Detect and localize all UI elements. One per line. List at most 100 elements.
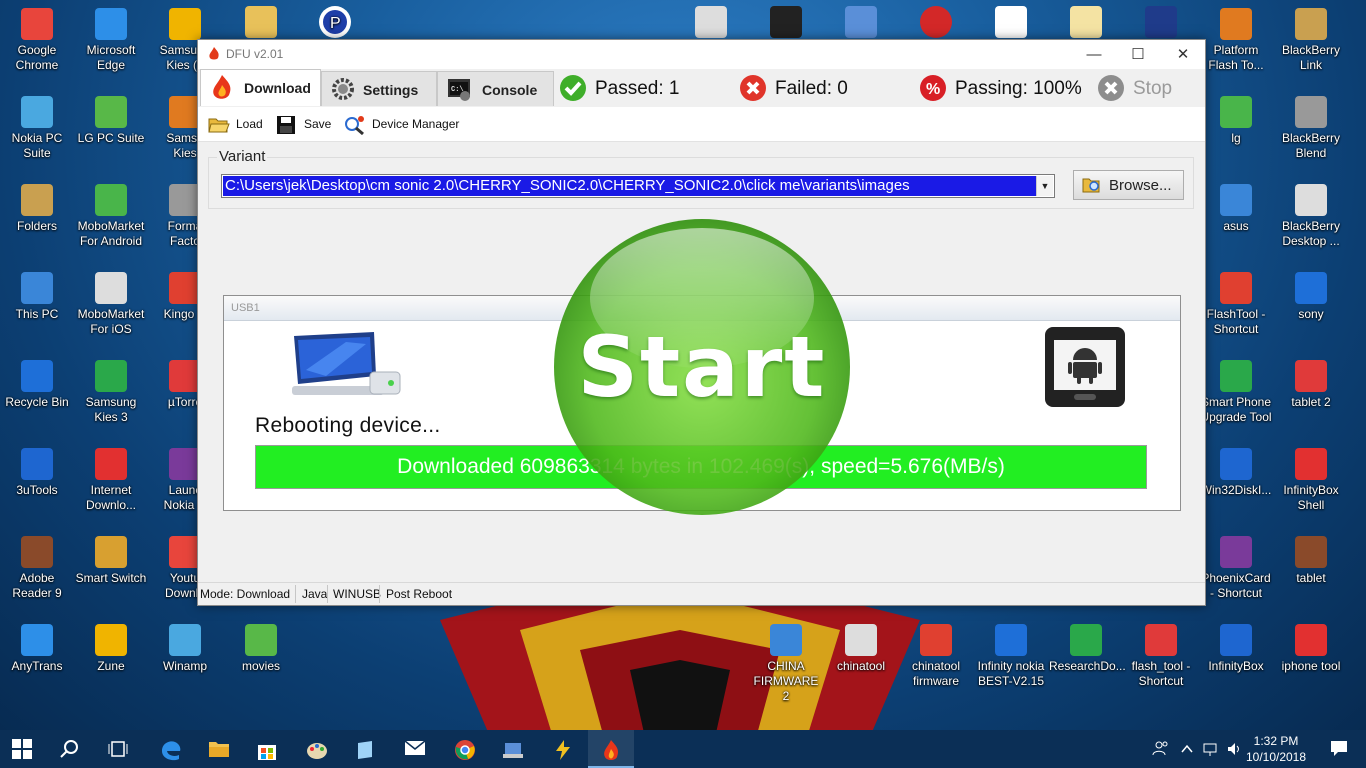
show-hidden-icons[interactable] (1174, 730, 1200, 768)
desktop-icon-desktop_icons_right-13[interactable]: tablet (1274, 536, 1348, 586)
desktop-icon-desktop_icons_bottom-3[interactable]: Infinity nokia BEST-V2.15 (974, 624, 1048, 689)
desktop-icon-misc-3[interactable] (824, 6, 898, 41)
taskbar-dfu[interactable] (588, 730, 634, 768)
desktop-icon-desktop_icons_bottom-5[interactable]: flash_tool - Shortcut (1124, 624, 1198, 689)
app-shortcut-icon (1295, 96, 1327, 128)
minimize-button[interactable]: — (1071, 40, 1117, 69)
desktop-icon-desktop_icons_bottom-1[interactable]: chinatool (824, 624, 898, 674)
taskbar-edge[interactable] (148, 730, 194, 768)
desktop-icon-misc-4[interactable] (899, 6, 973, 41)
desktop-icon-desktop_icons_right-7[interactable]: sony (1274, 272, 1348, 322)
desktop-icon-desktop_icons_left-18[interactable]: Adobe Reader 9 (0, 536, 74, 601)
desktop-icon-misc-1[interactable] (674, 6, 748, 41)
title-bar[interactable]: DFU v2.01 — ☐ ✕ (198, 40, 1205, 69)
tab-download[interactable]: Download (200, 69, 321, 106)
desktop-icon-desktop_icons_right-4[interactable]: asus (1199, 184, 1273, 234)
desktop-icon-label: Blend (1295, 146, 1327, 160)
maximize-button[interactable]: ☐ (1115, 40, 1161, 69)
browse-button[interactable]: Browse... (1073, 170, 1184, 200)
taskbar-device[interactable] (490, 730, 536, 768)
chevron-down-icon[interactable]: ▼ (1036, 176, 1053, 196)
desktop-icon-label: Adobe (19, 571, 55, 585)
toolbar: Load Save Device Manager (198, 107, 1205, 142)
desktop-icon-label: Folders (16, 219, 57, 233)
desktop-icon-misc-6[interactable] (1049, 6, 1123, 41)
device-manager-label: Device Manager (372, 117, 460, 131)
desktop-icon-desktop_icons_right-5[interactable]: BlackBerry Desktop ... (1274, 184, 1348, 249)
desktop-icon-desktop_icons_right-10[interactable]: Win32DiskI... (1199, 448, 1273, 498)
tab-console[interactable]: C:\ Console (437, 71, 554, 106)
taskbar-app[interactable] (342, 730, 388, 768)
desktop-icon-desktop_icons_right-0[interactable]: Platform Flash To... (1199, 8, 1273, 73)
app-shortcut-icon (245, 624, 277, 656)
desktop-icon-desktop_icons_right-8[interactable]: Smart Phone Upgrade Tool (1199, 360, 1273, 425)
desktop-icon-misc-5[interactable] (974, 6, 1048, 41)
folder-icon (245, 6, 277, 38)
desktop-icon-desktop_icons_left-1[interactable]: Microsoft Edge (74, 8, 148, 73)
desktop-icon-desktop_icons_left-6[interactable]: Folders (0, 184, 74, 234)
desktop-icon-misc-2[interactable] (749, 6, 823, 41)
console-icon: C:\ (448, 79, 470, 101)
desktop-icon-desktop_icons_left-3[interactable]: Nokia PC Suite (0, 96, 74, 161)
android-device-icon (1045, 327, 1125, 407)
app-shortcut-icon (1295, 360, 1327, 392)
variant-dropdown[interactable]: C:\Users\jek\Desktop\cm sonic 2.0\CHERRY… (221, 174, 1055, 198)
taskbar-store[interactable] (244, 730, 290, 768)
taskbar-flash[interactable] (540, 730, 586, 768)
desktop-icon-desktop_icons_left-13[interactable]: Samsung Kies 3 (74, 360, 148, 425)
search-taskbar-button[interactable] (48, 730, 94, 768)
status-separator (295, 585, 296, 603)
desktop-icon-desktop_icons_left-9[interactable]: This PC (0, 272, 74, 322)
system-clock[interactable]: 1:32 PM 10/10/2018 (1245, 733, 1307, 765)
desktop-icon-folder-top[interactable] (224, 6, 298, 41)
desktop-icon-desktop_icons_bottom-7[interactable]: iphone tool (1274, 624, 1348, 674)
action-center-button[interactable] (1318, 730, 1364, 768)
desktop-icon-desktop_icons_left-12[interactable]: Recycle Bin (0, 360, 74, 410)
desktop-icon-desktop_icons_right-2[interactable]: lg (1199, 96, 1273, 146)
tab-settings[interactable]: Settings (321, 71, 437, 106)
app-shortcut-icon (169, 8, 201, 40)
desktop-icon-desktop_icons_left-0[interactable]: Google Chrome (0, 8, 74, 73)
desktop-icon-desktop_icons_left-22[interactable]: Zune (74, 624, 148, 674)
network-tray[interactable] (1198, 730, 1224, 768)
network-icon (1203, 743, 1217, 756)
desktop-icon-desktop_icons_left-16[interactable]: Internet Downlo... (74, 448, 148, 513)
desktop-icon-desktop_icons_bottom-2[interactable]: chinatool firmware (899, 624, 973, 689)
desktop-icon-desktop_icons_left-24[interactable]: movies (224, 624, 298, 674)
task-view-button[interactable] (96, 730, 142, 768)
taskbar-explorer[interactable] (196, 730, 242, 768)
desktop-icon-desktop_icons_right-6[interactable]: FlashTool - Shortcut (1199, 272, 1273, 337)
desktop-icon-label: MoboMarket (77, 219, 145, 233)
taskbar-mail[interactable] (392, 730, 438, 768)
desktop-icon-desktop_icons_left-4[interactable]: LG PC Suite (74, 96, 148, 146)
app-shortcut-icon (1220, 448, 1252, 480)
desktop-icon-desktop_icons_left-21[interactable]: AnyTrans (0, 624, 74, 674)
desktop-icon-desktop_icons_right-9[interactable]: tablet 2 (1274, 360, 1348, 410)
desktop-icon-label: sony (1298, 307, 1324, 321)
taskbar-paint[interactable] (294, 730, 340, 768)
app-shortcut-icon (1295, 272, 1327, 304)
desktop-icon-desktop_icons_left-7[interactable]: MoboMarket For Android (74, 184, 148, 249)
desktop-icon-desktop_icons_bottom-0[interactable]: CHINA FIRMWARE 2 (749, 624, 823, 704)
desktop-icon-app-top[interactable]: P (298, 6, 372, 41)
app-shortcut-icon (95, 184, 127, 216)
desktop-icon-desktop_icons_right-11[interactable]: InfinityBox Shell (1274, 448, 1348, 513)
desktop-icon-desktop_icons_left-19[interactable]: Smart Switch (74, 536, 148, 586)
desktop-icon-desktop_icons_bottom-6[interactable]: InfinityBox (1199, 624, 1273, 674)
desktop-icon-desktop_icons_left-15[interactable]: 3uTools (0, 448, 74, 498)
start-menu-button[interactable] (0, 730, 46, 768)
desktop-icon-desktop_icons_right-12[interactable]: PhoenixCard - Shortcut (1199, 536, 1273, 601)
desktop-icon-desktop_icons_left-23[interactable]: Winamp (148, 624, 222, 674)
desktop-icon-label: Platform (1213, 43, 1259, 57)
desktop-icon-desktop_icons_left-10[interactable]: MoboMarket For iOS (74, 272, 148, 337)
desktop-icon-desktop_icons_right-3[interactable]: BlackBerry Blend (1274, 96, 1348, 161)
desktop-icon-desktop_icons_bottom-4[interactable]: ResearchDo... (1049, 624, 1126, 674)
taskbar-chrome[interactable] (442, 730, 488, 768)
close-button[interactable]: ✕ (1160, 40, 1206, 69)
desktop-icon-desktop_icons_right-1[interactable]: BlackBerry Link (1274, 8, 1348, 73)
desktop-icon-label: FlashTool - (1206, 307, 1266, 321)
flame-icon (213, 75, 231, 99)
desktop-icon-misc-7[interactable] (1124, 6, 1198, 41)
desktop-icon-label: MoboMarket (77, 307, 145, 321)
clock-time: 1:32 PM (1253, 734, 1299, 748)
